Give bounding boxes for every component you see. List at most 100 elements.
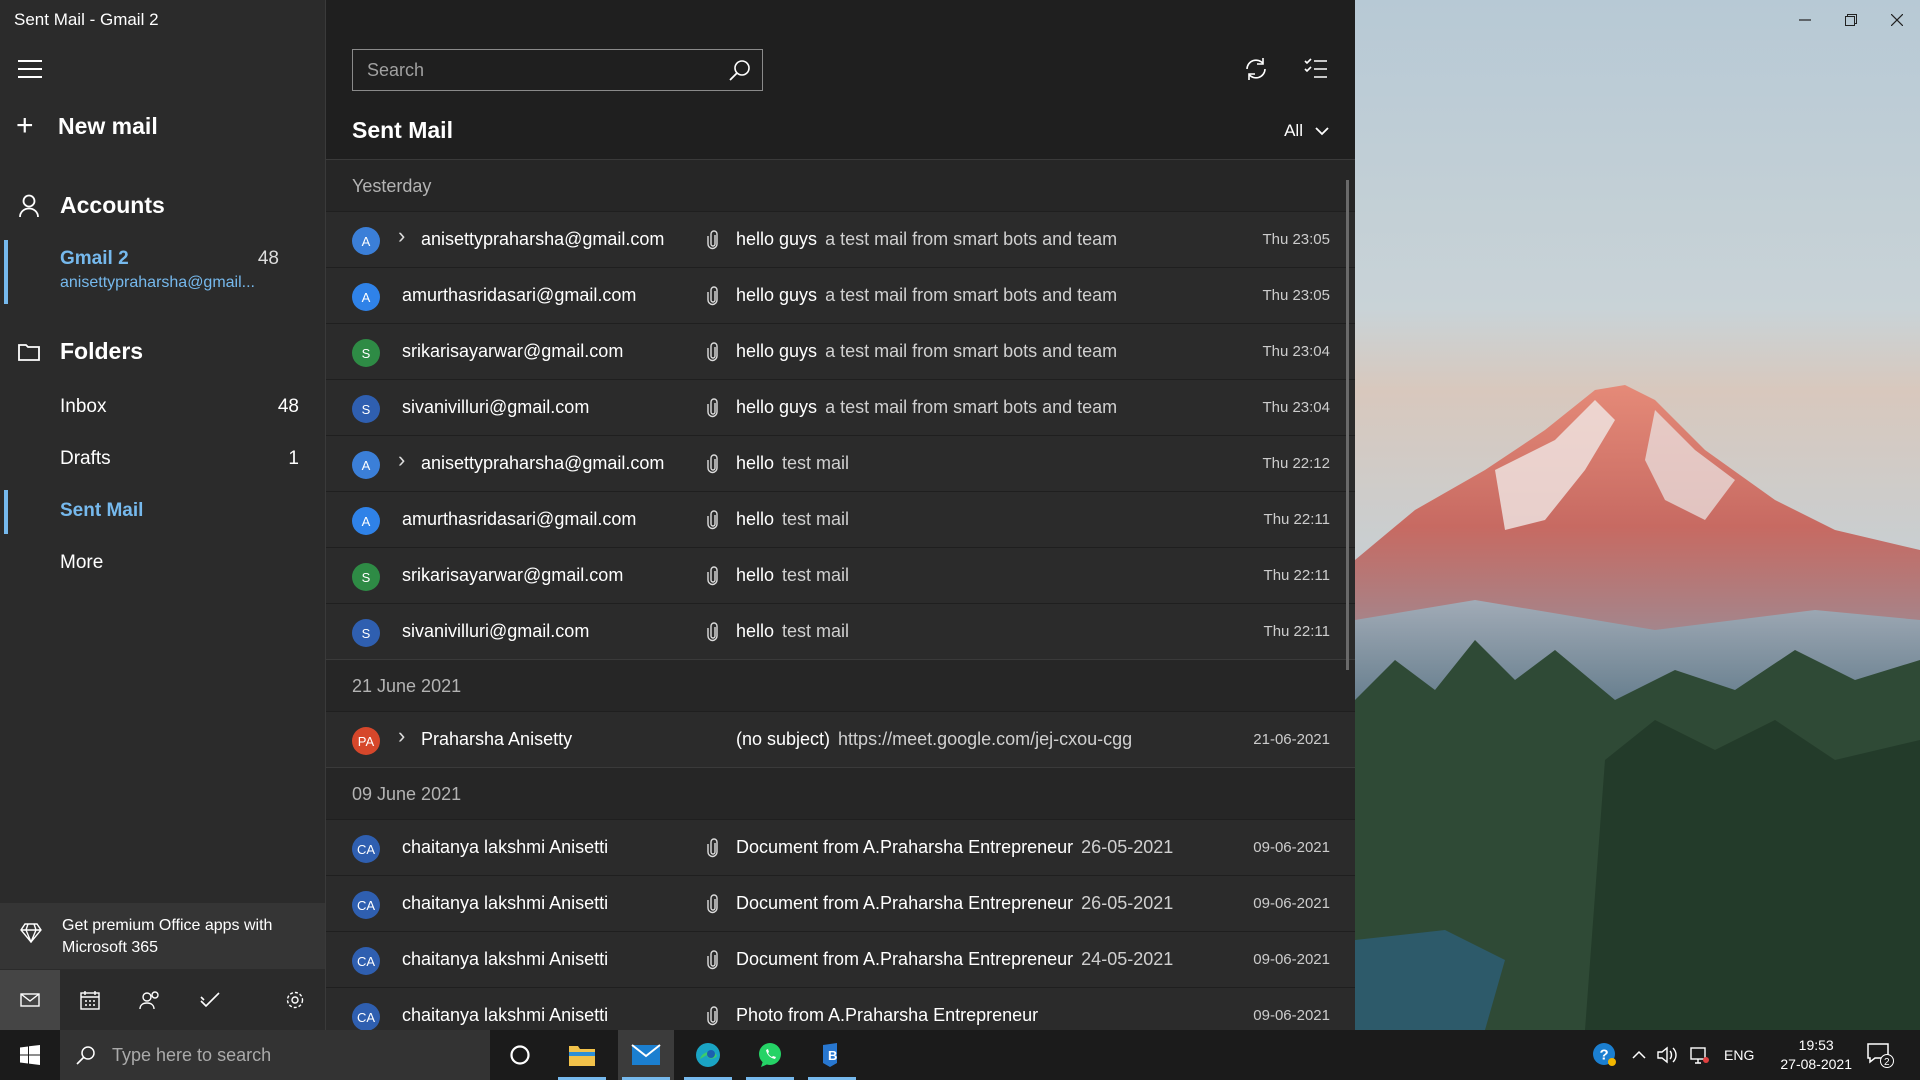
message-row[interactable]: Ssivanivilluri@gmail.com hello test mail Th… (326, 603, 1356, 659)
people-switch-button[interactable] (120, 970, 180, 1030)
search-icon[interactable] (728, 58, 752, 82)
accounts-label: Accounts (60, 192, 165, 218)
folder-sent-mail[interactable]: Sent Mail (0, 486, 325, 538)
mail-app[interactable] (618, 1030, 674, 1080)
message-row[interactable]: Ssrikarisayarwar@gmail.com hello guys a te… (326, 323, 1356, 379)
sender-name: anisettypraharsha@gmail.com (421, 229, 665, 249)
windows-logo-icon (20, 1045, 40, 1065)
preview-text: test mail (782, 565, 850, 585)
close-icon (1891, 14, 1903, 26)
todo-switch-button[interactable] (180, 970, 240, 1030)
sender-name: chaitanya lakshmi Anisetti (402, 893, 609, 913)
start-button[interactable] (0, 1030, 60, 1080)
help-tray-icon[interactable]: ? (1592, 1030, 1618, 1080)
subject-line: (no subject) https://meet.google.com/jej-… (736, 729, 1132, 750)
edge-browser-icon (696, 1043, 720, 1067)
folder-more[interactable]: More (0, 538, 325, 590)
chevron-right-icon[interactable]: › (398, 223, 405, 249)
hamburger-menu-icon[interactable] (18, 60, 42, 78)
subject-line: Document from A.Praharsha Entrepreneur 26… (736, 837, 1173, 858)
subject: (no subject) (736, 729, 831, 749)
folder-drafts[interactable]: Drafts 1 (0, 434, 325, 486)
subject: Document from A.Praharsha Entrepreneur (736, 949, 1074, 969)
settings-button[interactable] (265, 970, 325, 1030)
preview-text: 26-05-2021 (1081, 837, 1174, 857)
filter-dropdown[interactable]: All (1284, 121, 1329, 141)
message-row[interactable]: Aamurthasridasari@gmail.com hello guys a t… (326, 267, 1356, 323)
calendar-switch-button[interactable] (60, 970, 120, 1030)
clock-date: 27-08-2021 (1780, 1056, 1852, 1072)
mail-switch-button[interactable] (0, 970, 60, 1030)
window-title: Sent Mail - Gmail 2 (14, 10, 159, 29)
chevron-right-icon[interactable]: › (398, 723, 405, 749)
accounts-header[interactable]: Accounts (18, 192, 165, 219)
message-row[interactable]: PA › Praharsha Anisetty (no subject) https:/… (326, 711, 1356, 767)
edge-app[interactable] (680, 1030, 736, 1080)
sender-name: chaitanya lakshmi Anisetti (402, 837, 609, 857)
message-row[interactable]: CA chaitanya lakshmi Anisetti Document fro… (326, 875, 1356, 931)
taskbar-search-box[interactable]: Type here to search (60, 1030, 490, 1080)
plus-icon: + (16, 109, 34, 142)
folder-icon (18, 343, 40, 361)
subject-line: hello guys a test mail from smart bots an… (736, 397, 1117, 418)
folders-header[interactable]: Folders (18, 338, 143, 365)
message-row[interactable]: A › anisettypraharsha@gmail.com hello test m… (326, 435, 1356, 491)
network-button[interactable] (1690, 1030, 1710, 1080)
task-view-button[interactable] (492, 1030, 548, 1080)
scrollbar[interactable] (1346, 180, 1349, 670)
message-row[interactable]: Aamurthasridasari@gmail.com hello test mai… (326, 491, 1356, 547)
taskbar-search-placeholder: Type here to search (112, 1044, 272, 1065)
taskbar: Type here to search B ? ENG 19:53 27-08-… (0, 1030, 1920, 1080)
sender-name: sivanivilluri@gmail.com (402, 621, 590, 641)
folder-inbox[interactable]: Inbox 48 (0, 382, 325, 434)
clock[interactable]: 19:53 27-08-2021 (1780, 1036, 1852, 1074)
cortana-circle-icon (510, 1045, 530, 1065)
search-input[interactable] (353, 50, 713, 90)
whatsapp-icon (759, 1043, 781, 1067)
bing-wallpaper-app[interactable]: B (804, 1030, 860, 1080)
file-explorer-app[interactable] (554, 1030, 610, 1080)
new-mail-label: New mail (58, 112, 158, 139)
search-icon (76, 1046, 95, 1065)
sender-name: chaitanya lakshmi Anisetti (402, 1005, 609, 1025)
message-row[interactable]: CA chaitanya lakshmi Anisetti Document fro… (326, 819, 1356, 875)
account-gmail-2[interactable]: Gmail 2 48 anisettypraharsha@gmail... (0, 236, 325, 306)
selection-indicator (4, 490, 8, 534)
language-indicator[interactable]: ENG (1724, 1030, 1754, 1080)
message-row[interactable]: CA chaitanya lakshmi Anisetti Document fro… (326, 931, 1356, 987)
whatsapp-app[interactable] (742, 1030, 798, 1080)
folder-label: More (60, 552, 104, 573)
show-hidden-icons-button[interactable] (1632, 1030, 1646, 1080)
sender-name: chaitanya lakshmi Anisetti (402, 949, 609, 969)
new-mail-button[interactable]: + New mail (16, 109, 158, 142)
action-center-button[interactable]: 2 (1866, 1030, 1894, 1080)
account-name: Gmail 2 (60, 248, 129, 269)
close-button[interactable] (1874, 6, 1920, 34)
avatar: A (352, 507, 380, 535)
sync-icon[interactable] (1243, 56, 1269, 82)
preview-text: test mail (782, 453, 850, 473)
premium-office-banner[interactable]: Get premium Office apps with Microsoft 3… (0, 903, 325, 969)
desktop-wallpaper (1355, 0, 1920, 1030)
preview-text: 26-05-2021 (1081, 893, 1174, 913)
restore-button[interactable] (1828, 6, 1874, 34)
premium-text: Get premium Office apps with Microsoft 3… (62, 917, 273, 956)
message-row[interactable]: Ssivanivilluri@gmail.com hello guys a test… (326, 379, 1356, 435)
preview-text: https://meet.google.com/jej-cxou-cgg (838, 729, 1133, 749)
message-date: Thu 23:04 (1262, 343, 1330, 360)
chevron-right-icon[interactable]: › (398, 447, 405, 473)
volume-button[interactable] (1656, 1030, 1678, 1080)
message-row[interactable]: A › anisettypraharsha@gmail.com hello guys a… (326, 211, 1356, 267)
preview-text: test mail (782, 621, 850, 641)
subject-line: hello test mail (736, 565, 849, 586)
minimize-icon (1799, 19, 1811, 21)
selection-mode-icon[interactable] (1303, 56, 1329, 82)
gear-icon (286, 991, 304, 1009)
minimize-button[interactable] (1782, 6, 1828, 34)
restore-icon (1845, 14, 1857, 26)
svg-text:?: ? (1600, 1047, 1609, 1064)
account-email: anisettypraharsha@gmail... (60, 274, 255, 291)
subject-line: hello guys a test mail from smart bots an… (736, 229, 1117, 250)
subject-line: Document from A.Praharsha Entrepreneur 24… (736, 949, 1173, 970)
message-row[interactable]: Ssrikarisayarwar@gmail.com hello test mail… (326, 547, 1356, 603)
